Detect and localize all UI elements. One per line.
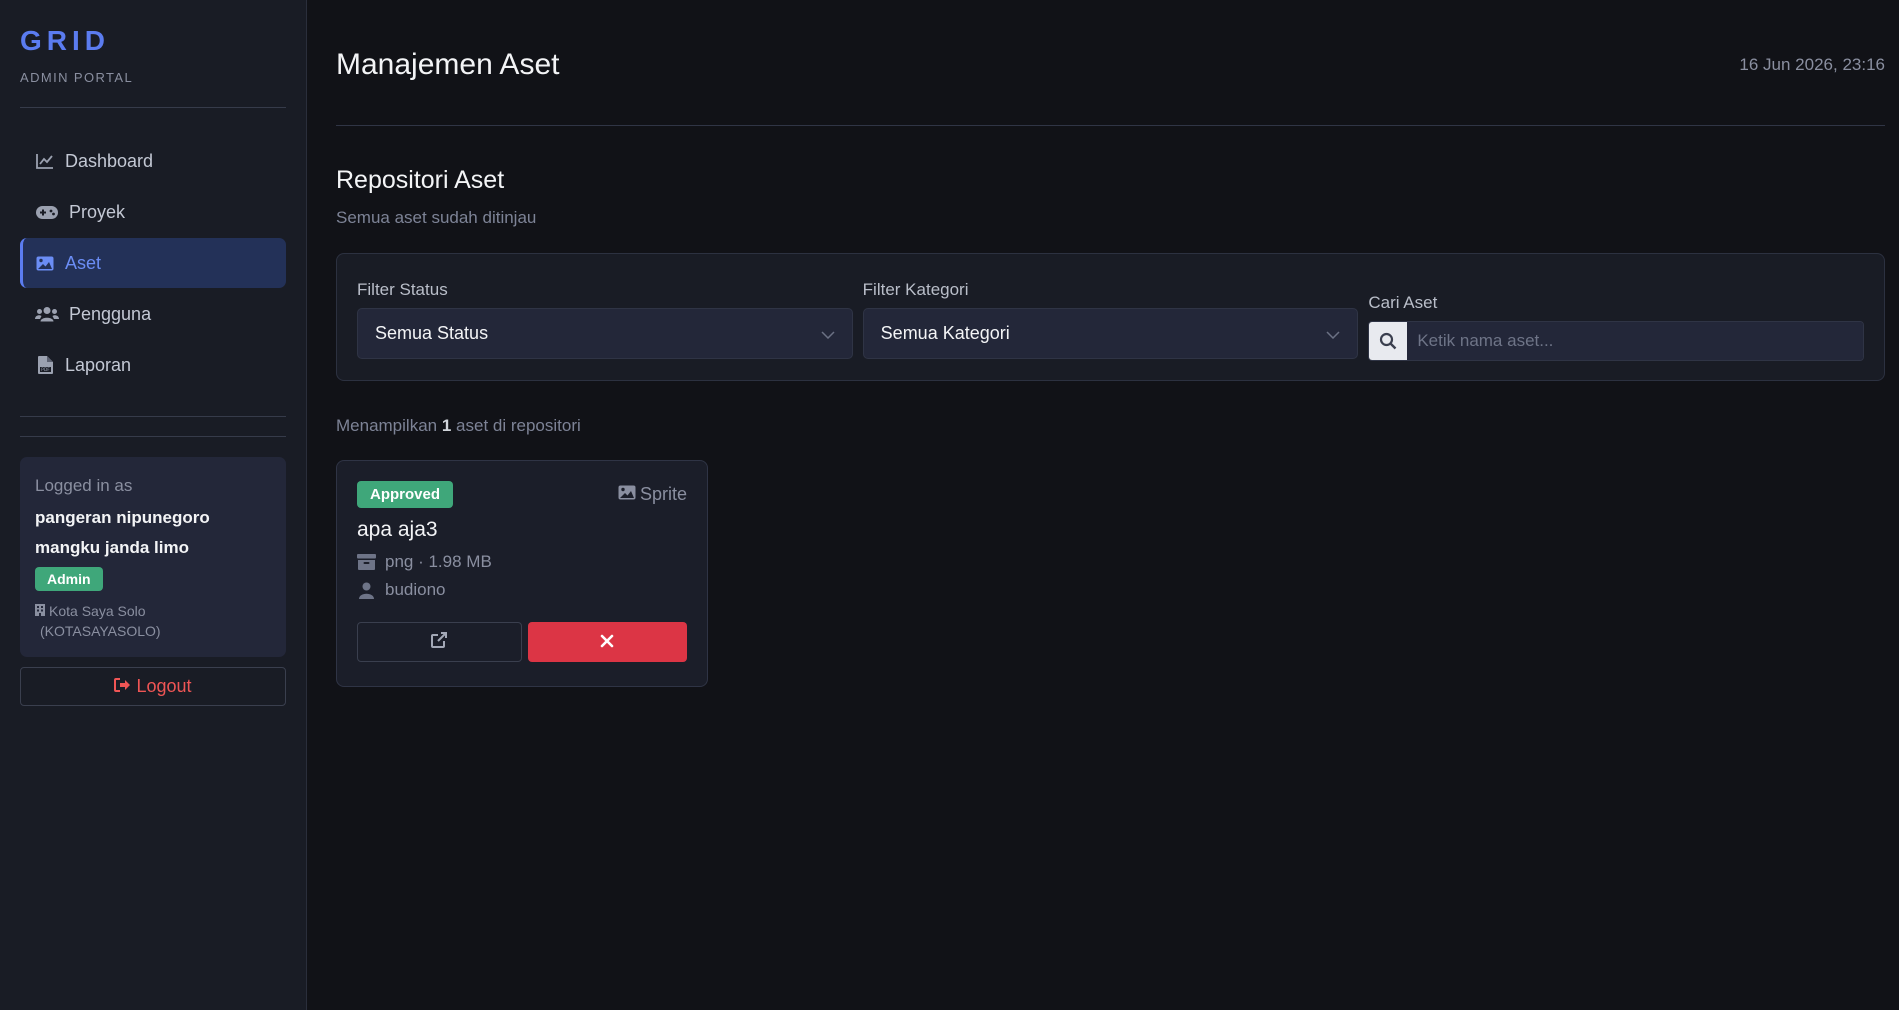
gamepad-icon: [35, 202, 59, 222]
search-filter: Cari Aset: [1368, 274, 1865, 361]
status-select[interactable]: Semua Status: [357, 308, 853, 359]
logged-in-label: Logged in as: [35, 476, 133, 495]
status-filter-label: Filter Status: [357, 280, 448, 299]
user-name-line: pangeran nipunegoro: [35, 508, 210, 527]
file-pdf-icon: PDF: [35, 355, 55, 375]
asset-card: Approved Sprite apa aja3 png · 1.98 MB b…: [336, 460, 708, 687]
user-card: Logged in as pangeran nipunegoro mangku …: [20, 457, 286, 657]
search-input[interactable]: [1407, 322, 1864, 360]
org-name: Kota Saya Solo: [49, 603, 146, 619]
delete-asset-button[interactable]: [527, 622, 687, 662]
logout-label: Logout: [136, 676, 192, 696]
building-icon: [35, 601, 45, 621]
user-name: pangeran nipunegoro mangku janda limo: [35, 503, 271, 563]
category-filter-label: Filter Kategori: [862, 280, 969, 299]
sidebar-item-laporan[interactable]: PDF Laporan: [20, 340, 286, 390]
svg-text:PDF: PDF: [41, 367, 50, 373]
sidebar-item-aset[interactable]: Aset: [20, 238, 286, 288]
external-link-icon: [430, 631, 448, 654]
results-count: Menampilkan 1 aset di repositori: [336, 416, 1885, 436]
section-title: Repositori Aset: [336, 166, 505, 194]
sidebar-item-label: Proyek: [69, 201, 126, 222]
sidebar-divider: [20, 107, 286, 108]
users-icon: [35, 304, 59, 324]
sidebar-nav: Dashboard Proyek Aset Pengguna PDF Lapor…: [20, 136, 286, 390]
sidebar: GRID ADMIN PORTAL Dashboard Proyek Aset: [0, 0, 307, 1010]
category-select[interactable]: Semua Kategori: [862, 308, 1359, 359]
sidebar-divider: [20, 436, 286, 437]
image-icon: [618, 484, 636, 505]
sidebar-item-label: Pengguna: [69, 303, 152, 324]
user-name-line: mangku janda limo: [35, 538, 189, 557]
logout-button[interactable]: Logout: [20, 667, 286, 706]
user-icon: [357, 582, 376, 599]
asset-type-label: Sprite: [639, 484, 687, 504]
main-content: Manajemen Aset 16 Jun 2026, 23:16 Reposi…: [307, 0, 1899, 1010]
owner-name: budiono: [385, 580, 446, 599]
sidebar-item-dashboard[interactable]: Dashboard: [20, 136, 286, 186]
search-icon[interactable]: [1369, 322, 1408, 360]
role-badge: Admin: [35, 567, 103, 591]
sign-out-icon: [114, 676, 131, 697]
sidebar-item-label: Aset: [65, 252, 102, 273]
page-title: Manajemen Aset: [336, 47, 560, 81]
sidebar-item-label: Dashboard: [65, 150, 154, 171]
results-suffix: aset di repositori: [456, 416, 581, 435]
close-icon: [600, 631, 614, 654]
open-asset-button[interactable]: [357, 622, 522, 662]
sidebar-item-proyek[interactable]: Proyek: [20, 187, 286, 237]
asset-type: Sprite: [618, 484, 687, 505]
status-select-value: Semua Status: [375, 323, 489, 343]
category-select-value: Semua Kategori: [880, 323, 1010, 343]
org-code: (KOTASAYASOLO): [40, 623, 161, 639]
chevron-down-icon: [1326, 323, 1340, 344]
file-info-text: png · 1.98 MB: [385, 552, 492, 571]
search-group: [1368, 321, 1865, 361]
page-header: Manajemen Aset 16 Jun 2026, 23:16: [336, 0, 1885, 126]
asset-actions: [357, 622, 687, 662]
sidebar-item-pengguna[interactable]: Pengguna: [20, 289, 286, 339]
sidebar-divider: [20, 416, 286, 417]
asset-file-info: png · 1.98 MB: [357, 552, 687, 572]
chart-line-icon: [35, 151, 55, 171]
results-prefix: Menampilkan: [336, 416, 438, 435]
image-icon: [35, 253, 55, 273]
app-root: GRID ADMIN PORTAL Dashboard Proyek Aset: [0, 0, 1899, 1010]
header-datetime: 16 Jun 2026, 23:16: [1739, 54, 1885, 74]
search-label: Cari Aset: [1368, 293, 1438, 312]
status-filter: Filter Status Semua Status: [357, 274, 853, 360]
brand-logo[interactable]: GRID: [20, 24, 286, 58]
results-count-number: 1: [441, 416, 452, 435]
status-badge: Approved: [357, 481, 454, 508]
brand-subtitle: ADMIN PORTAL: [20, 70, 134, 85]
asset-owner: budiono: [357, 580, 687, 600]
sidebar-item-label: Laporan: [65, 354, 132, 375]
archive-icon: [357, 554, 376, 570]
category-filter: Filter Kategori Semua Kategori: [862, 274, 1359, 360]
user-organization: Kota Saya Solo (KOTASAYASOLO): [35, 601, 271, 641]
asset-name: apa aja3: [357, 518, 438, 541]
section-subtitle: Semua aset sudah ditinjau: [336, 208, 537, 227]
chevron-down-icon: [821, 323, 835, 344]
filter-panel: Filter Status Semua Status Filter Katego…: [336, 253, 1885, 381]
